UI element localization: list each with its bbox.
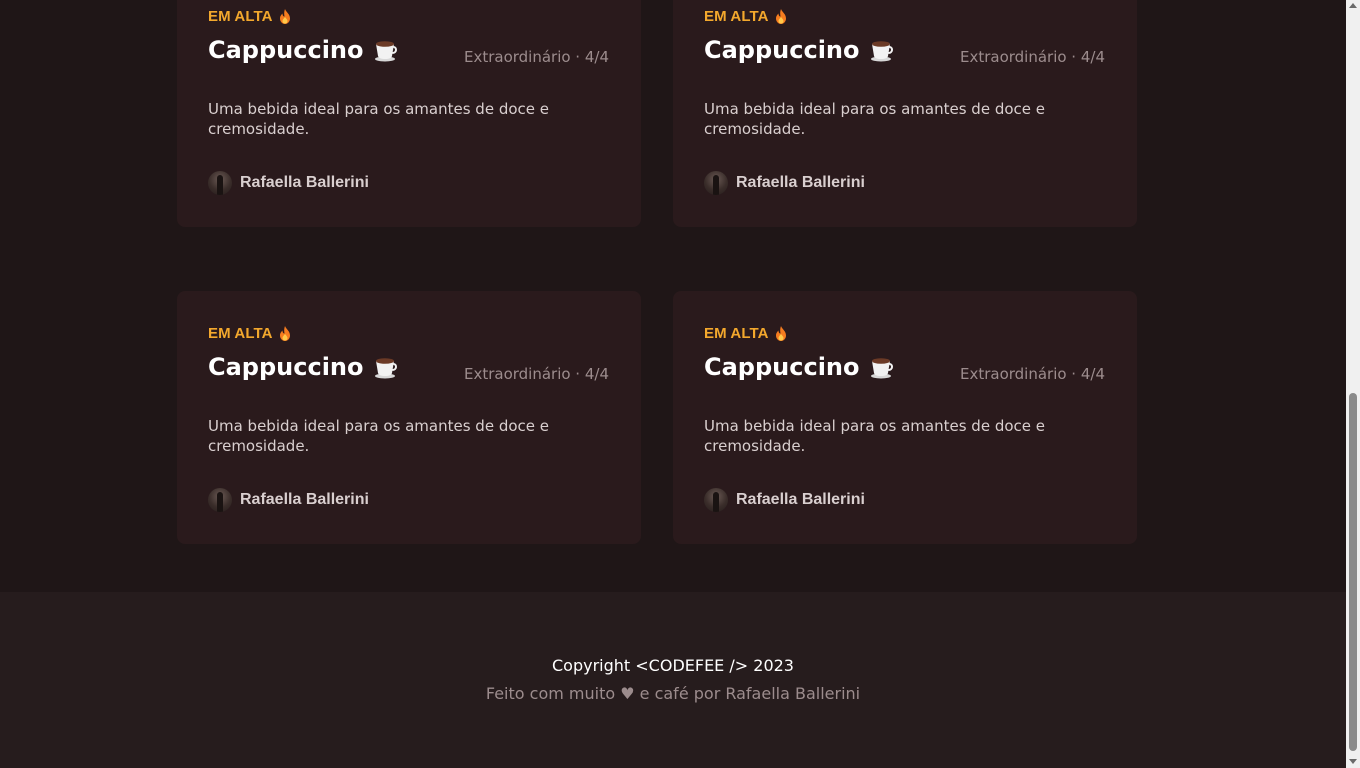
- page-viewport: EM ALTA Cappuccino Extraordinário · 4/4 …: [0, 0, 1346, 768]
- trending-tag: EM ALTA: [208, 8, 291, 25]
- coffee-name: Cappuccino: [704, 353, 860, 381]
- coffee-cup-icon: [374, 38, 398, 62]
- trending-label: EM ALTA: [704, 325, 769, 342]
- coffee-description: Uma bebida ideal para os amantes de doce…: [208, 417, 550, 455]
- author[interactable]: Rafaella Ballerini: [704, 488, 865, 512]
- author[interactable]: Rafaella Ballerini: [704, 171, 865, 195]
- author[interactable]: Rafaella Ballerini: [208, 171, 369, 195]
- coffee-title: Cappuccino: [208, 36, 398, 64]
- coffee-rating: Extraordinário · 4/4: [959, 365, 1105, 383]
- coffee-cup-icon: [870, 355, 894, 379]
- coffee-cup-icon: [374, 355, 398, 379]
- trending-tag: EM ALTA: [704, 8, 787, 25]
- footer-copyright: Copyright <CODEFEE /> 2023: [552, 656, 794, 675]
- avatar: [704, 488, 728, 512]
- author[interactable]: Rafaella Ballerini: [208, 488, 369, 512]
- coffee-card[interactable]: EM ALTA Cappuccino Extraordinário · 4/4 …: [673, 291, 1137, 544]
- coffee-rating: Extraordinário · 4/4: [463, 365, 609, 383]
- author-name: Rafaella Ballerini: [240, 491, 369, 508]
- author-name: Rafaella Ballerini: [736, 491, 865, 508]
- coffee-card[interactable]: EM ALTA Cappuccino Extraordinário · 4/4 …: [673, 0, 1137, 227]
- footer-credits: Feito com muito ♥ e café por Rafaella Ba…: [485, 684, 861, 703]
- coffee-name: Cappuccino: [208, 353, 364, 381]
- footer: Copyright <CODEFEE /> 2023 Feito com mui…: [0, 592, 1346, 768]
- coffee-card[interactable]: EM ALTA Cappuccino Extraordinário · 4/4 …: [177, 291, 641, 544]
- trending-label: EM ALTA: [208, 8, 273, 25]
- author-name: Rafaella Ballerini: [736, 174, 865, 191]
- coffee-cup-icon: [870, 38, 894, 62]
- author-name: Rafaella Ballerini: [240, 174, 369, 191]
- coffee-description: Uma bebida ideal para os amantes de doce…: [704, 417, 1046, 455]
- trending-label: EM ALTA: [208, 325, 273, 342]
- coffee-rating: Extraordinário · 4/4: [463, 48, 609, 66]
- avatar: [704, 171, 728, 195]
- coffee-card[interactable]: EM ALTA Cappuccino Extraordinário · 4/4 …: [177, 0, 641, 227]
- fire-icon: [775, 326, 787, 341]
- scroll-down-icon[interactable]: [1349, 759, 1357, 764]
- scroll-up-icon[interactable]: [1349, 3, 1357, 8]
- scrollbar-thumb[interactable]: [1349, 393, 1357, 751]
- coffee-title: Cappuccino: [704, 36, 894, 64]
- trending-tag: EM ALTA: [208, 325, 291, 342]
- avatar: [208, 171, 232, 195]
- coffee-description: Uma bebida ideal para os amantes de doce…: [208, 100, 550, 138]
- coffee-description: Uma bebida ideal para os amantes de doce…: [704, 100, 1046, 138]
- coffee-title: Cappuccino: [704, 353, 894, 381]
- coffee-name: Cappuccino: [208, 36, 364, 64]
- coffee-name: Cappuccino: [704, 36, 860, 64]
- coffee-rating: Extraordinário · 4/4: [959, 48, 1105, 66]
- trending-tag: EM ALTA: [704, 325, 787, 342]
- fire-icon: [279, 326, 291, 341]
- trending-label: EM ALTA: [704, 8, 769, 25]
- coffee-title: Cappuccino: [208, 353, 398, 381]
- avatar: [208, 488, 232, 512]
- vertical-scrollbar[interactable]: [1346, 0, 1360, 768]
- fire-icon: [279, 9, 291, 24]
- fire-icon: [775, 9, 787, 24]
